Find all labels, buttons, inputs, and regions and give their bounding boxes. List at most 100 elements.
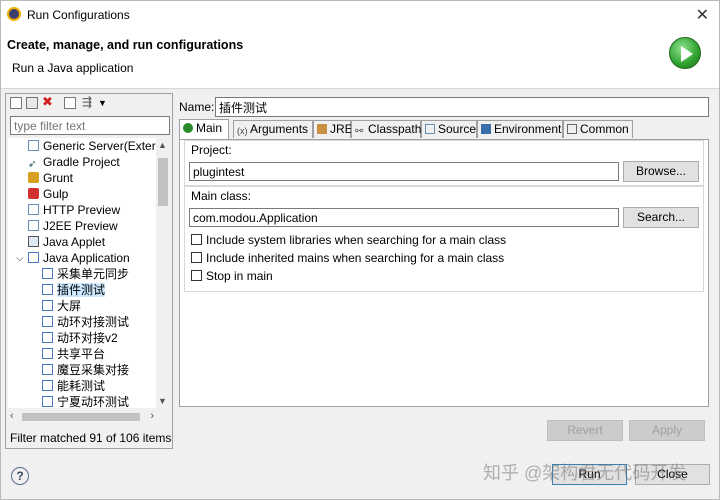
java-launch-icon — [42, 316, 53, 327]
configuration-tree: Generic Server(Extern ➶ Gradle Project Gr… — [8, 138, 156, 408]
tree-item-label: J2EE Preview — [43, 219, 118, 233]
tree-item-label: 大屏 — [57, 299, 82, 313]
tab-environment[interactable]: Environment — [477, 120, 563, 138]
checkbox-box[interactable] — [191, 234, 202, 245]
scroll-left-icon[interactable]: ‹ — [10, 410, 14, 422]
search-button[interactable]: Search... — [623, 207, 699, 228]
tab-label: Source — [438, 122, 477, 136]
tab-label: Classpath — [368, 122, 422, 136]
filter-icon[interactable]: ⇶ — [82, 95, 94, 109]
scroll-down-icon[interactable]: ▼ — [158, 396, 167, 406]
page-icon — [28, 204, 39, 215]
delete-icon[interactable]: ✖ — [42, 94, 54, 109]
tab-jre[interactable]: JRE — [313, 120, 353, 138]
tree-item-config[interactable]: 能耗测试 — [42, 378, 105, 394]
tree-item-label: Gradle Project — [43, 155, 120, 169]
revert-button[interactable]: Revert — [547, 420, 623, 441]
tree-item-grunt[interactable]: Grunt — [28, 170, 73, 186]
java-launch-icon — [42, 396, 53, 407]
tab-label: Environment — [494, 122, 562, 136]
jre-icon — [317, 124, 327, 134]
name-input[interactable] — [215, 97, 709, 117]
chevron-down-icon[interactable]: ▼ — [98, 98, 110, 110]
tree-item-gulp[interactable]: Gulp — [28, 186, 68, 202]
java-launch-icon — [42, 268, 53, 279]
tab-arguments[interactable]: (x) Arguments — [233, 120, 313, 138]
list-toolbar: ✖ ⇶ ▼ — [6, 94, 172, 114]
stop-in-main-checkbox[interactable]: Stop in main — [191, 269, 273, 283]
tree-item-label: 采集单元同步 — [57, 267, 130, 281]
tree-item-label: 能耗测试 — [57, 379, 106, 393]
java-launch-icon — [42, 332, 53, 343]
tab-common[interactable]: Common — [563, 120, 633, 138]
java-launch-icon — [42, 348, 53, 359]
include-inherited-mains-checkbox[interactable]: Include inherited mains when searching f… — [191, 251, 504, 265]
window-title: Run Configurations — [27, 8, 130, 22]
tree-item-gradle-project[interactable]: ➶ Gradle Project — [28, 154, 120, 170]
tree-item-label: Grunt — [43, 171, 74, 185]
tree-vertical-scrollbar[interactable]: ▲ ▼ — [156, 138, 170, 408]
tree-item-http-preview[interactable]: HTTP Preview — [28, 202, 120, 218]
tree-item-label: 动环对接测试 — [57, 315, 130, 329]
new-configuration-icon[interactable] — [10, 97, 22, 109]
checkbox-label: Stop in main — [206, 269, 273, 283]
classpath-icon: ⚯ — [355, 126, 364, 137]
run-icon — [669, 37, 701, 69]
tab-classpath[interactable]: ⚯ Classpath — [351, 120, 421, 138]
scroll-right-icon[interactable]: › — [150, 410, 154, 422]
tree-item-config[interactable]: 采集单元同步 — [42, 266, 129, 282]
project-input[interactable] — [189, 162, 619, 181]
dialog-header: Create, manage, and run configurations R… — [1, 29, 719, 89]
checkbox-label: Include system libraries when searching … — [206, 233, 507, 247]
eclipse-icon — [7, 7, 21, 21]
tree-item-config[interactable]: 动环对接测试 — [42, 314, 129, 330]
scroll-thumb[interactable] — [22, 413, 140, 421]
tree-item-config[interactable]: 魔豆采集对接 — [42, 362, 129, 378]
main-tab-icon — [183, 123, 193, 133]
project-group: Project: Browse... — [184, 140, 704, 186]
tree-item-config[interactable]: 动环对接v2 — [42, 330, 118, 346]
tree-item-label: Generic Server(Extern — [43, 139, 156, 153]
filter-input[interactable] — [10, 116, 170, 135]
header-title: Create, manage, and run configurations — [7, 38, 244, 52]
tree-item-config-selected[interactable]: 插件测试 — [42, 282, 106, 298]
tree-item-generic-server[interactable]: Generic Server(Extern — [28, 138, 156, 154]
applet-icon — [28, 236, 39, 247]
tree-item-java-application[interactable]: Java Application — [28, 250, 130, 266]
tree-horizontal-scrollbar[interactable]: ‹ › — [8, 410, 156, 424]
server-icon — [28, 140, 39, 151]
checkbox-label: Include inherited mains when searching f… — [206, 251, 505, 265]
tree-item-config[interactable]: 共享平台 — [42, 346, 105, 362]
close-icon[interactable]: ✕ — [696, 5, 709, 25]
apply-button[interactable]: Apply — [629, 420, 705, 441]
browse-button[interactable]: Browse... — [623, 161, 699, 182]
main-tab-panel: Project: Browse... Main class: Search...… — [179, 139, 709, 407]
help-icon[interactable]: ? — [11, 467, 29, 485]
title-bar: Run Configurations ✕ — [1, 1, 719, 29]
expand-toggle-icon[interactable]: ⌵ — [16, 253, 24, 264]
tab-label: Arguments — [250, 122, 309, 136]
scroll-up-icon[interactable]: ▲ — [158, 140, 167, 150]
configuration-list-pane: ✖ ⇶ ▼ Generic Server(Extern ➶ Gradle Proj… — [5, 93, 173, 449]
java-launch-icon — [42, 300, 53, 311]
tree-item-j2ee-preview[interactable]: J2EE Preview — [28, 218, 118, 234]
tree-item-label: Java Application — [43, 251, 130, 265]
config-tabs: Main (x) Arguments JRE ⚯ Classpath Source … — [179, 119, 709, 140]
name-label: Name: — [179, 100, 215, 114]
tree-item-java-applet[interactable]: Java Applet — [28, 234, 105, 250]
java-launch-icon — [42, 364, 53, 375]
tab-source[interactable]: Source — [421, 120, 477, 138]
scroll-thumb[interactable] — [158, 158, 168, 206]
tree-item-label: HTTP Preview — [43, 203, 121, 217]
tree-item-config[interactable]: 大屏 — [42, 298, 81, 314]
collapse-all-icon[interactable] — [64, 97, 76, 109]
checkbox-box[interactable] — [191, 252, 202, 263]
include-system-libraries-checkbox[interactable]: Include system libraries when searching … — [191, 233, 506, 247]
checkbox-box[interactable] — [191, 270, 202, 281]
tree-item-config[interactable]: 宁夏动环测试 — [42, 394, 129, 408]
tab-main[interactable]: Main — [179, 119, 229, 139]
tab-label: Main — [196, 121, 223, 135]
main-class-input[interactable] — [189, 208, 619, 227]
duplicate-icon[interactable] — [26, 97, 38, 109]
environment-icon — [481, 124, 491, 134]
